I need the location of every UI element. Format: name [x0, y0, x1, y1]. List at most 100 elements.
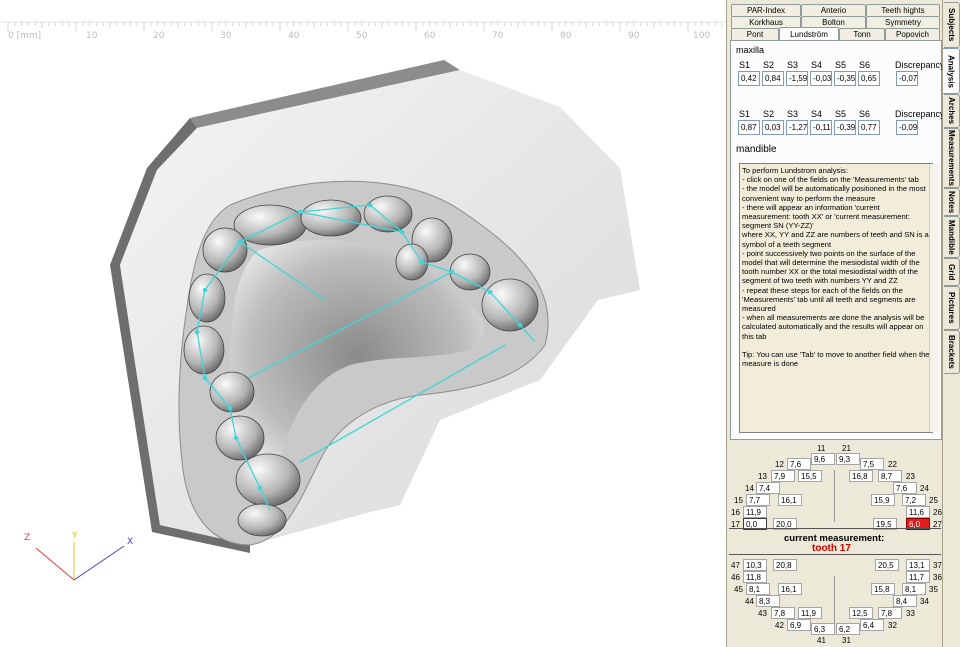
segment-43-field[interactable]: 11,9 — [798, 607, 822, 619]
maxilla-s2-field[interactable]: 0,84 — [762, 71, 784, 86]
axis-x-label: X — [127, 537, 133, 547]
side-tab-brackets[interactable]: Brackets — [944, 330, 960, 374]
mandible-s4-field[interactable]: -0,11 — [810, 120, 832, 135]
tooth-37-field[interactable]: 13,1 — [906, 559, 930, 571]
tab-symmetry[interactable]: Symmetry — [866, 16, 940, 28]
instructions-scrollbar[interactable] — [929, 164, 939, 432]
segment-47-field[interactable]: 20,8 — [773, 559, 797, 571]
tooth-14-field[interactable]: 7,4 — [756, 482, 780, 494]
tooth-24-field[interactable]: 7,6 — [893, 482, 917, 494]
mandible-discrepancy-label: Discrepancy — [895, 109, 945, 119]
segment-37-field[interactable]: 20,5 — [875, 559, 899, 571]
tooth-number: 25 — [929, 496, 938, 505]
maxilla-header-s6: S6 — [859, 60, 871, 70]
tooth-24[interactable] — [449, 253, 491, 291]
side-tab-subjects[interactable]: Subjects — [944, 2, 960, 48]
tooth-31-field[interactable]: 6,2 — [836, 623, 860, 635]
tooth-15-field[interactable]: 7,7 — [746, 494, 770, 506]
tooth-12[interactable] — [202, 227, 248, 273]
tab-pont[interactable]: Pont — [731, 28, 779, 40]
tooth-16-field[interactable]: 11,9 — [743, 506, 767, 518]
segment-35-field[interactable]: 15,8 — [871, 583, 895, 595]
side-tab-label: Notes — [947, 190, 956, 214]
3d-viewport[interactable]: 0 [mm] 10 20 30 40 50 60 70 80 90 100 Z … — [0, 0, 726, 647]
tooth-number: 45 — [734, 585, 743, 594]
maxilla-discrepancy-label: Discrepancy — [895, 60, 945, 70]
tooth-35-field[interactable]: 8,1 — [902, 583, 926, 595]
tab-lundstrom[interactable]: Lundström — [779, 27, 839, 40]
side-tab-label: Pictures — [947, 292, 956, 324]
tooth-44-field[interactable]: 8,3 — [756, 595, 780, 607]
segment-25-field[interactable]: 15,9 — [871, 494, 895, 506]
tooth-12-field[interactable]: 7,6 — [787, 458, 811, 470]
tooth-21-field[interactable]: 9,3 — [836, 453, 860, 465]
tooth-26[interactable] — [481, 278, 539, 332]
tooth-46-field[interactable]: 11,8 — [743, 571, 767, 583]
tooth-34-field[interactable]: 8,4 — [893, 595, 917, 607]
side-tab-label: Subjects — [947, 8, 956, 42]
side-tab-grid[interactable]: Grid — [944, 258, 960, 286]
mandible-header-s1: S1 — [739, 109, 751, 119]
mandible-discrepancy-field[interactable]: -0,09 — [896, 120, 918, 135]
segment-23-field[interactable]: 16,8 — [849, 470, 873, 482]
side-tab-label: Grid — [947, 263, 956, 281]
instructions-textarea[interactable]: To perform Lundstrom analysis: - click o… — [739, 163, 933, 433]
maxilla-discrepancy-field[interactable]: -0,07 — [896, 71, 918, 86]
side-tab-notes[interactable]: Notes — [944, 188, 960, 216]
tooth-26-field[interactable]: 11,6 — [906, 506, 930, 518]
segment-15-field[interactable]: 16,1 — [778, 494, 802, 506]
mandible-s6-field[interactable]: 0,77 — [858, 120, 880, 135]
side-tab-mandible[interactable]: Mandible — [944, 216, 960, 258]
tooth-number: 43 — [758, 609, 767, 618]
tab-teeth-hights[interactable]: Teeth hights — [866, 4, 940, 16]
segment-45-field[interactable]: 16,1 — [778, 583, 802, 595]
tooth-18[interactable] — [237, 503, 287, 537]
side-tab-arches[interactable]: Arches — [944, 94, 960, 128]
tooth-41-field[interactable]: 6,3 — [811, 623, 835, 635]
dental-model[interactable]: Z Y X — [0, 0, 726, 647]
mandible-s2-field[interactable]: 0,03 — [762, 120, 784, 135]
tooth-42-field[interactable]: 6,9 — [787, 619, 811, 631]
maxilla-s6-field[interactable]: 0,65 — [858, 71, 880, 86]
maxilla-s3-field[interactable]: -1,59 — [786, 71, 808, 86]
tooth-22-field[interactable]: 7,5 — [860, 458, 884, 470]
mandible-s3-field[interactable]: -1,27 — [786, 120, 808, 135]
segment-13-field[interactable]: 15,5 — [798, 470, 822, 482]
tooth-number: 47 — [731, 561, 740, 570]
tooth-17[interactable] — [235, 453, 301, 507]
maxilla-header-s5: S5 — [835, 60, 847, 70]
tooth-23-field[interactable]: 8,7 — [878, 470, 902, 482]
tooth-13[interactable] — [188, 273, 226, 323]
mandible-s1-field[interactable]: 0,87 — [738, 120, 760, 135]
tab-popovich[interactable]: Popovich — [885, 28, 940, 40]
maxilla-s5-field[interactable]: -0,35 — [834, 71, 856, 86]
side-tab-label: Arches — [947, 97, 956, 125]
segment-33-field[interactable]: 12,5 — [849, 607, 873, 619]
tab-par-index[interactable]: PAR-Index — [731, 4, 801, 16]
tooth-13-field[interactable]: 7,9 — [771, 470, 795, 482]
tooth-43-field[interactable]: 7,8 — [771, 607, 795, 619]
tooth-36-field[interactable]: 11,7 — [906, 571, 930, 583]
mandible-s5-field[interactable]: -0,39 — [834, 120, 856, 135]
tab-anterio[interactable]: Anterio — [801, 4, 866, 16]
tooth-45-field[interactable]: 8,1 — [746, 583, 770, 595]
tab-tonn[interactable]: Tonn — [839, 28, 885, 40]
maxilla-s4-field[interactable]: -0,03 — [810, 71, 832, 86]
maxilla-s1-field[interactable]: 0,42 — [738, 71, 760, 86]
side-tab-measurements[interactable]: Measurements — [944, 128, 960, 188]
tooth-number: 12 — [775, 460, 784, 469]
tooth-33-field[interactable]: 7,8 — [878, 607, 902, 619]
tooth-16[interactable] — [215, 415, 265, 461]
side-tab-label: Mandible — [947, 219, 956, 255]
side-tab-analysis[interactable]: Analysis — [943, 48, 960, 94]
mandible-header-s4: S4 — [811, 109, 823, 119]
tooth-number: 14 — [745, 484, 754, 493]
tooth-32-field[interactable]: 6,4 — [860, 619, 884, 631]
tooth-25-field[interactable]: 7,2 — [902, 494, 926, 506]
mandible-header-s5: S5 — [835, 109, 847, 119]
tooth-47-field[interactable]: 10,3 — [743, 559, 767, 571]
tooth-11-field[interactable]: 9,6 — [811, 453, 835, 465]
side-tab-pictures[interactable]: Pictures — [944, 286, 960, 330]
tooth-14[interactable] — [183, 325, 225, 375]
side-tab-label: Brackets — [947, 335, 956, 369]
